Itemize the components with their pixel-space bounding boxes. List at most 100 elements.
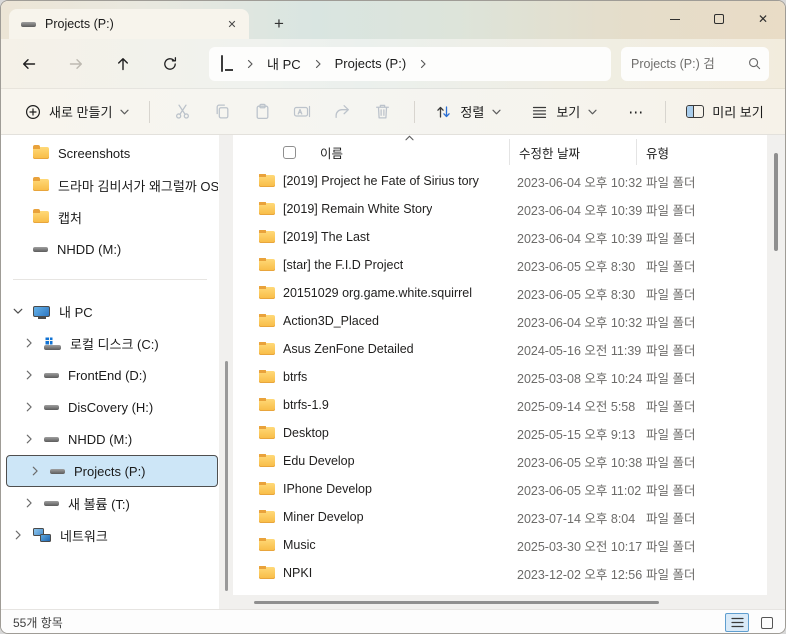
sidebar-item-nhdd-pinned[interactable]: NHDD (M:): [1, 233, 218, 265]
refresh-button[interactable]: [154, 48, 186, 80]
column-header-date[interactable]: 수정한 날짜: [509, 139, 636, 165]
back-button[interactable]: [13, 48, 45, 80]
file-date: 2023-07-14 오후 8:04: [509, 508, 636, 527]
thumbnail-view-button[interactable]: [755, 613, 779, 632]
breadcrumb-item-this-pc[interactable]: 내 PC: [263, 52, 305, 75]
folder-icon: [259, 371, 275, 383]
view-button[interactable]: 보기: [523, 96, 605, 127]
file-name: Asus ZenFone Detailed: [283, 342, 414, 356]
chevron-right-icon[interactable]: [28, 466, 42, 476]
sidebar-item-drama-ost[interactable]: 드라마 김비서가 왜그럴까 OST: [1, 169, 218, 201]
sidebar-item-screenshots[interactable]: Screenshots: [1, 137, 218, 169]
forward-button[interactable]: [60, 48, 92, 80]
preview-button-label: 미리 보기: [712, 102, 763, 121]
file-name: IPhone Develop: [283, 482, 372, 496]
folder-icon: [33, 211, 49, 223]
chevron-right-icon[interactable]: [22, 402, 36, 412]
maximize-button[interactable]: [697, 1, 741, 37]
sidebar-scrollbar-thumb[interactable]: [225, 361, 228, 591]
sidebar-item-label: 새 볼륨 (T:): [68, 494, 130, 513]
command-bar: 새로 만들기 정렬 보기: [1, 89, 785, 135]
search-input[interactable]: [631, 57, 748, 71]
table-row[interactable]: Edu Develop 2023-06-05 오후 10:38 파일 폴더: [233, 447, 767, 475]
new-tab-button[interactable]: +: [265, 10, 293, 38]
column-header-type[interactable]: 유형: [636, 139, 767, 165]
tab-projects[interactable]: Projects (P:) ✕: [9, 9, 249, 39]
sidebar-item-local-disk-c[interactable]: 로컬 디스크 (C:): [1, 327, 218, 359]
details-view-button[interactable]: [725, 613, 749, 632]
folder-icon: [259, 315, 275, 327]
toolbar-divider: [414, 101, 415, 123]
file-name: [2019] Project he Fate of Sirius tory: [283, 174, 479, 188]
table-row[interactable]: [2019] Project he Fate of Sirius tory 20…: [233, 167, 767, 195]
table-row[interactable]: Action3D_Placed 2023-06-04 오후 10:32 파일 폴…: [233, 307, 767, 335]
file-name-cell: btrfs: [259, 370, 509, 384]
sidebar-item-this-pc[interactable]: 내 PC: [1, 295, 218, 327]
sidebar-item-nhdd-m[interactable]: NHDD (M:): [1, 423, 218, 455]
table-row[interactable]: btrfs 2025-03-08 오후 10:24 파일 폴더: [233, 363, 767, 391]
file-type: 파일 폴더: [636, 424, 767, 443]
sidebar-item-projects-p[interactable]: Projects (P:): [6, 455, 218, 487]
sidebar-item-discovery-h[interactable]: DisCovery (H:): [1, 391, 218, 423]
share-button[interactable]: [322, 95, 362, 129]
sidebar-item-label: FrontEnd (D:): [68, 368, 147, 383]
cut-button[interactable]: [162, 95, 202, 129]
minimize-button[interactable]: [653, 1, 697, 37]
trash-icon: [374, 103, 391, 120]
copy-button[interactable]: [202, 95, 242, 129]
network-icon: [33, 528, 51, 543]
chevron-right-icon[interactable]: [22, 434, 36, 444]
paste-button[interactable]: [242, 95, 282, 129]
table-row[interactable]: NPKI 2023-12-02 오후 12:56 파일 폴더: [233, 559, 767, 587]
minimize-icon: [670, 19, 680, 20]
table-row[interactable]: [2019] Remain White Story 2023-06-04 오후 …: [233, 195, 767, 223]
search-box[interactable]: [621, 47, 769, 81]
new-button[interactable]: 새로 만들기: [17, 96, 137, 127]
sidebar-item-capture[interactable]: 캡처: [1, 201, 218, 233]
file-date: 2023-06-04 오후 10:32: [509, 172, 636, 191]
delete-button[interactable]: [362, 95, 402, 129]
vertical-scrollbar-thumb[interactable]: [774, 153, 778, 251]
rename-button[interactable]: [282, 95, 322, 129]
file-name: Desktop: [283, 426, 329, 440]
file-type: 파일 폴더: [636, 312, 767, 331]
sidebar-item-label: NHDD (M:): [57, 242, 121, 257]
file-name: Miner Develop: [283, 510, 364, 524]
item-count: 55개 항목: [13, 614, 63, 631]
sidebar-item-network[interactable]: 네트워크: [1, 519, 218, 551]
file-date: 2023-06-05 오후 8:30: [509, 284, 636, 303]
file-name-cell: Edu Develop: [259, 454, 509, 468]
sort-button[interactable]: 정렬: [427, 96, 509, 127]
sidebar-scrollbar-track[interactable]: [219, 135, 233, 609]
table-row[interactable]: Music 2025-03-30 오전 10:17 파일 폴더: [233, 531, 767, 559]
close-button[interactable]: ✕: [741, 1, 785, 37]
column-header-name[interactable]: 이름: [259, 139, 509, 165]
table-row[interactable]: btrfs-1.9 2025-09-14 오전 5:58 파일 폴더: [233, 391, 767, 419]
vertical-scrollbar-track[interactable]: [767, 135, 785, 609]
select-all-checkbox[interactable]: [283, 146, 296, 159]
chevron-right-icon[interactable]: [22, 498, 36, 508]
table-row[interactable]: Desktop 2025-05-15 오후 9:13 파일 폴더: [233, 419, 767, 447]
horizontal-scrollbar-track[interactable]: [233, 595, 767, 609]
table-row[interactable]: Miner Develop 2023-07-14 오후 8:04 파일 폴더: [233, 503, 767, 531]
chevron-right-icon[interactable]: [22, 338, 36, 348]
more-options-button[interactable]: ⋯: [619, 95, 653, 129]
chevron-right-icon[interactable]: [11, 530, 25, 540]
up-button[interactable]: [107, 48, 139, 80]
table-row[interactable]: [2019] The Last 2023-06-04 오후 10:39 파일 폴…: [233, 223, 767, 251]
table-row[interactable]: IPhone Develop 2023-06-05 오후 11:02 파일 폴더: [233, 475, 767, 503]
preview-toggle-button[interactable]: 미리 보기: [678, 96, 771, 127]
sidebar-item-new-volume-t[interactable]: 새 볼륨 (T:): [1, 487, 218, 519]
tab-close-icon[interactable]: ✕: [221, 13, 243, 35]
horizontal-scrollbar-thumb[interactable]: [254, 601, 659, 604]
chevron-down-icon[interactable]: [11, 308, 25, 315]
table-row[interactable]: 20151029 org.game.white.squirrel 2023-06…: [233, 279, 767, 307]
file-type: 파일 폴더: [636, 368, 767, 387]
breadcrumb-item-projects[interactable]: Projects (P:): [331, 54, 411, 73]
table-row[interactable]: Asus ZenFone Detailed 2024-05-16 오전 11:3…: [233, 335, 767, 363]
drive-icon: [50, 469, 65, 474]
chevron-right-icon[interactable]: [22, 370, 36, 380]
sidebar-item-frontend-d[interactable]: FrontEnd (D:): [1, 359, 218, 391]
table-row[interactable]: [star] the F.I.D Project 2023-06-05 오후 8…: [233, 251, 767, 279]
breadcrumb[interactable]: 내 PC Projects (P:): [209, 47, 611, 81]
